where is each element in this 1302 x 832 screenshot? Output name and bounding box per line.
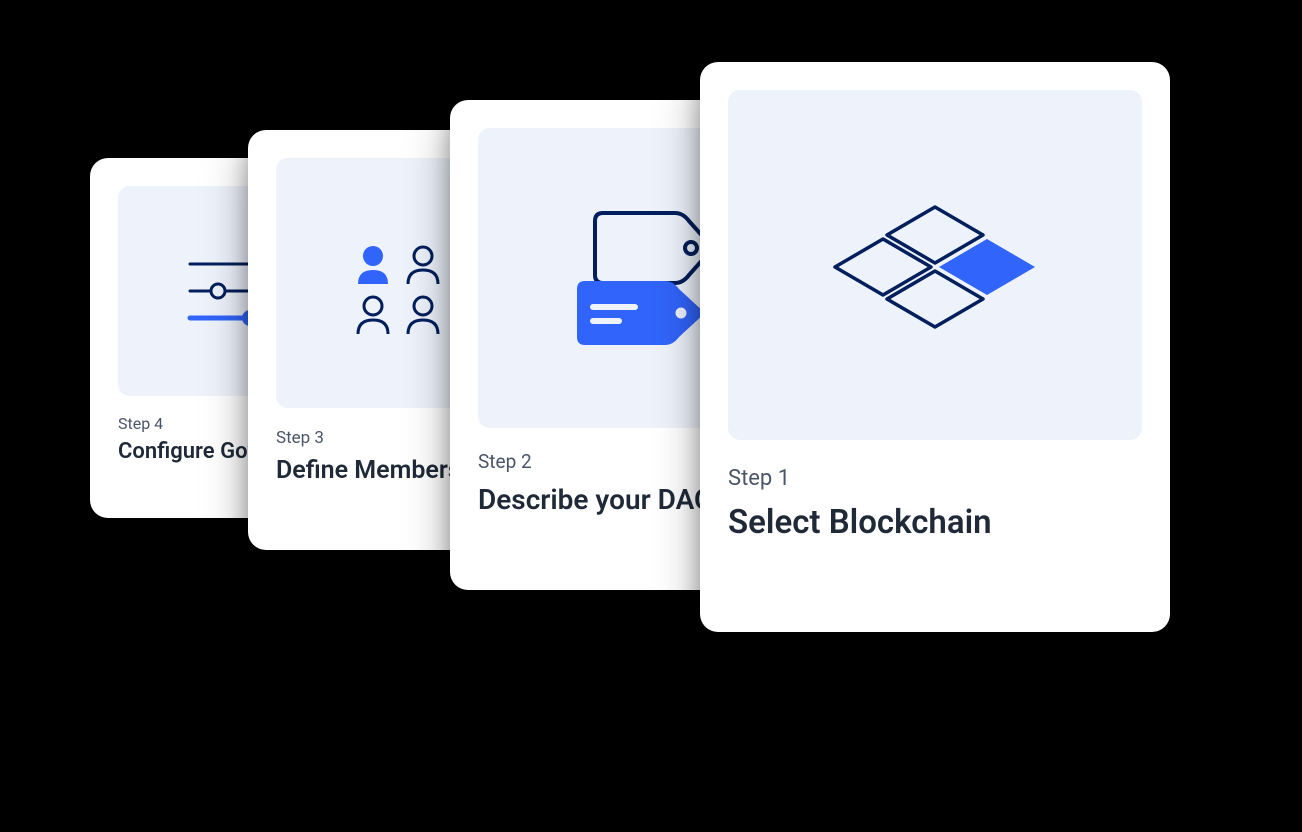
blockchain-tiles-icon bbox=[815, 185, 1055, 345]
icon-box bbox=[728, 90, 1142, 440]
step-card-1[interactable]: Step 1 Select Blockchain bbox=[700, 62, 1170, 632]
step-label: Step 1 bbox=[728, 466, 1142, 491]
step-card-stack: Step 4 Configure Governance bbox=[0, 0, 1302, 832]
card-title: Select Blockchain bbox=[728, 503, 1142, 542]
